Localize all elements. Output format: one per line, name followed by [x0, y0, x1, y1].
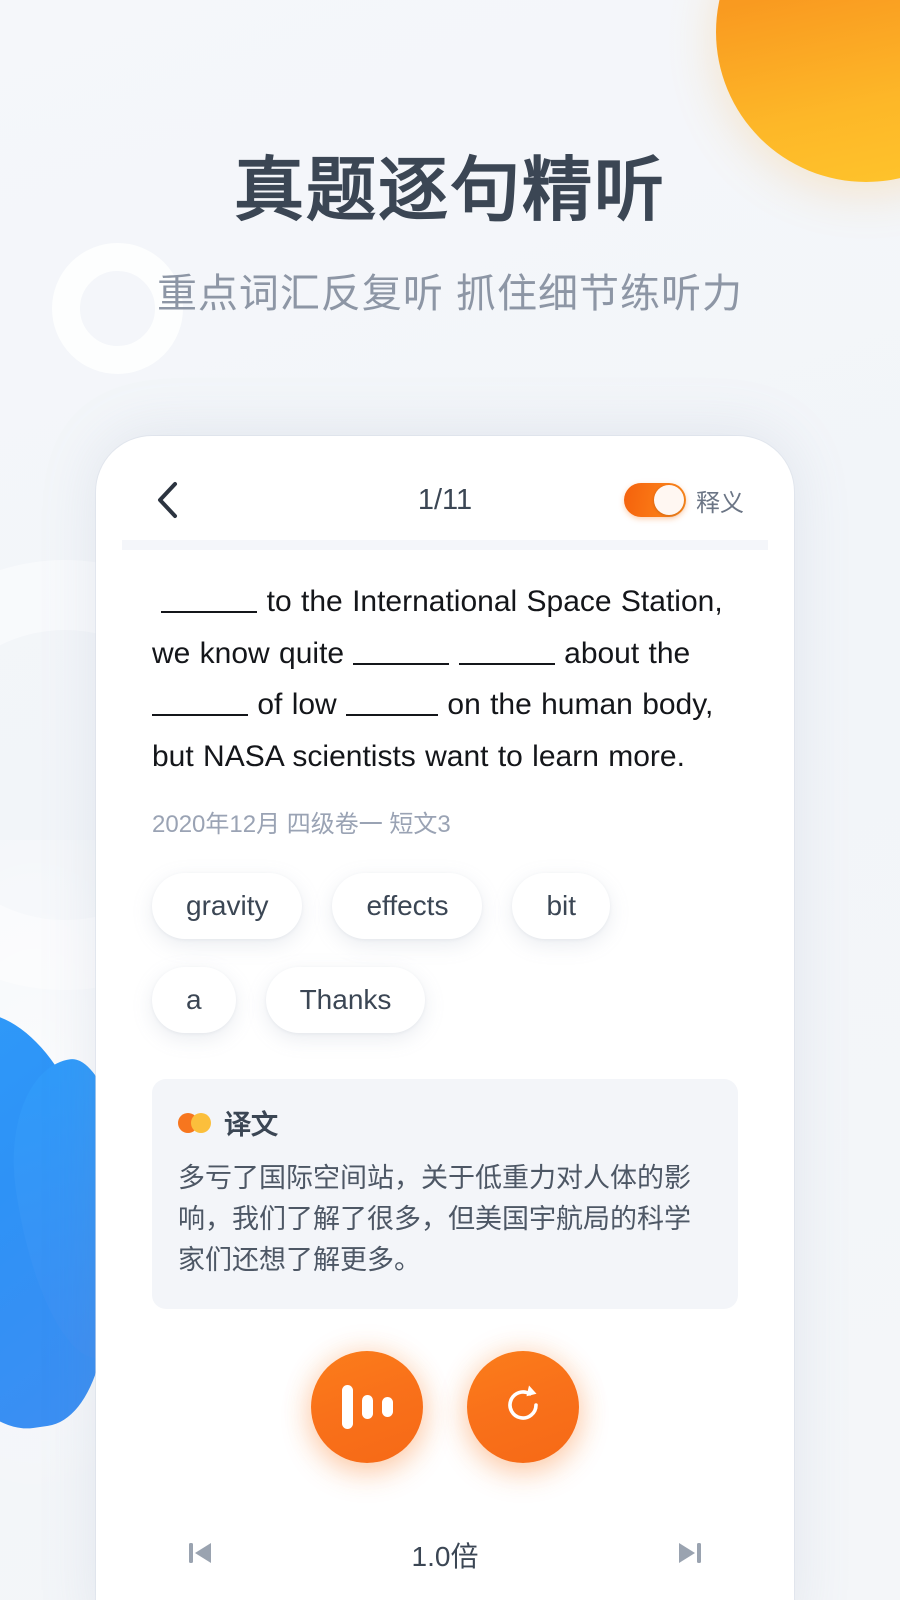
app-header: 1/11 释义: [122, 460, 768, 540]
cloze-line1-tail: to the International Space Station,: [257, 585, 723, 618]
blank-2[interactable]: [353, 662, 450, 665]
word-chip[interactable]: bit: [512, 873, 611, 940]
word-chip[interactable]: gravity: [152, 873, 303, 940]
cloze-line3-tail: on the human body,: [438, 688, 714, 722]
translation-panel: 译文 多亏了国际空间站，关于低重力对人体的影响，我们了解了很多，但美国宇航局的科…: [152, 1079, 738, 1310]
word-chip[interactable]: Thanks: [265, 967, 426, 1034]
cloze-line2-tail: about the: [554, 636, 691, 670]
definition-toggle[interactable]: [624, 483, 686, 517]
skip-previous-button[interactable]: [178, 1533, 222, 1577]
cloze-line3-mid: of low: [248, 688, 347, 722]
blank-1[interactable]: [161, 611, 258, 613]
toggle-label: 释义: [696, 489, 744, 517]
word-chip[interactable]: effects: [332, 873, 483, 940]
bottom-bar: 1.0倍: [152, 1509, 738, 1600]
cloze-question: to the International Space Station, we k…: [152, 576, 738, 782]
hero-subtitle: 重点词汇反复听 抓住细节练听力: [156, 271, 744, 316]
translation-header: 译文: [178, 1103, 712, 1142]
blank-3[interactable]: [458, 662, 555, 665]
blank-4[interactable]: [152, 714, 248, 717]
chevron-left-icon: [156, 481, 178, 519]
play-button[interactable]: [311, 1351, 423, 1464]
skip-next-button[interactable]: [668, 1533, 712, 1577]
refresh-repeat-icon: [498, 1380, 548, 1435]
header-right-group: 释义: [624, 483, 744, 518]
playback-speed-label[interactable]: 1.0倍: [412, 1535, 479, 1575]
cloze-line4: but NASA scientists want to learn more.: [152, 739, 685, 773]
question-source: 2020年12月 四级卷一 短文3: [152, 811, 451, 839]
word-chip[interactable]: a: [152, 967, 236, 1034]
player-controls: [152, 1351, 738, 1464]
hero-title: 真题逐句精听: [234, 151, 666, 229]
toggle-knob: [654, 485, 684, 515]
skip-next-icon: [674, 1537, 706, 1574]
blank-5[interactable]: [346, 714, 439, 717]
back-button[interactable]: [146, 479, 188, 521]
word-chip-list: gravity effects bit a Thanks: [152, 873, 712, 1034]
cloze-line2-head: we know quite: [152, 636, 354, 670]
two-circles-icon: [178, 1112, 212, 1133]
phone-screen: 1/11 释义 to the International Space Stati…: [122, 460, 768, 1600]
skip-previous-icon: [184, 1537, 216, 1574]
hero-section: 真题逐句精听 重点词汇反复听 抓住细节练听力: [0, 150, 900, 319]
equalizer-playing-icon: [341, 1385, 393, 1430]
translation-title: 译文: [224, 1110, 278, 1141]
phone-mockup: 1/11 释义 to the International Space Stati…: [96, 436, 794, 1600]
app-content: to the International Space Station, we k…: [122, 550, 768, 1600]
header-divider: [122, 540, 768, 550]
promo-stage: 真题逐句精听 重点词汇反复听 抓住细节练听力 1/11 释义 to the In…: [0, 0, 900, 1600]
translation-body: 多亏了国际空间站，关于低重力对人体的影响，我们了解了很多，但美国宇航局的科学家们…: [178, 1163, 691, 1276]
replay-button[interactable]: [467, 1351, 579, 1464]
